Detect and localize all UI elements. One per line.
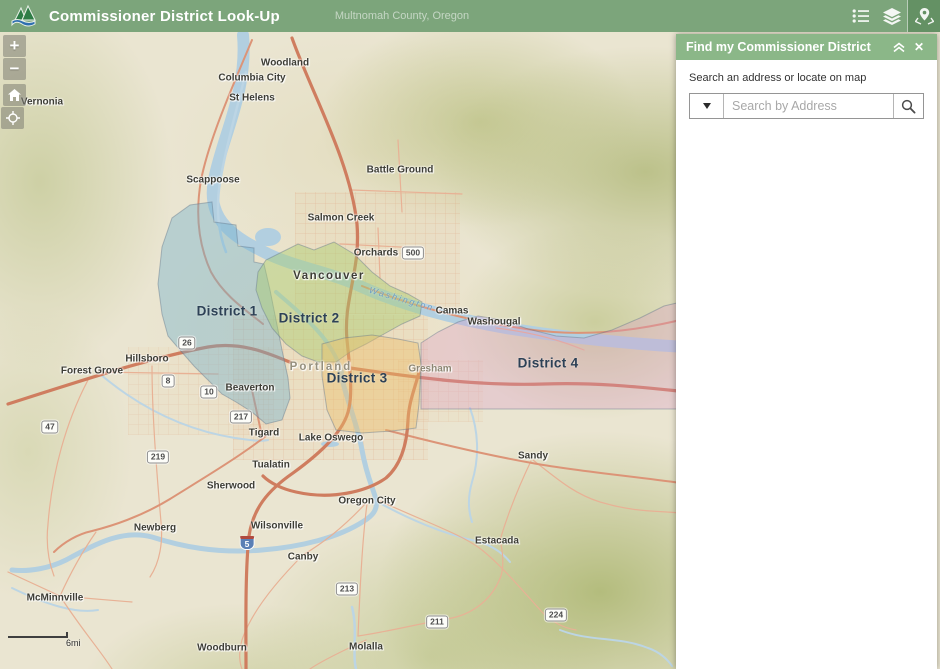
scale-bar-label: 6mi (66, 638, 81, 648)
multnomah-county-logo (7, 3, 41, 29)
legend-button[interactable] (845, 0, 876, 32)
find-district-panel: Find my Commissioner District ✕ Search a… (676, 34, 937, 669)
scale-bar-line (8, 632, 68, 638)
scale-bar: 6mi (8, 632, 81, 648)
chevron-down-icon (703, 103, 711, 109)
app-window: VernoniaWoodlandColumbia CitySt HelensSc… (0, 0, 940, 669)
home-extent-button[interactable] (3, 84, 26, 106)
search-input[interactable] (724, 94, 893, 118)
zoom-out-button[interactable]: − (3, 58, 26, 80)
map-controls: + − (3, 35, 26, 130)
app-header: Commissioner District Look-Up Multnomah … (0, 0, 940, 32)
search-button[interactable] (893, 94, 923, 118)
chevrons-up-icon (893, 42, 905, 53)
district-locator-icon (915, 7, 934, 25)
panel-close-button[interactable]: ✕ (909, 37, 929, 57)
search-instruction: Search an address or locate on map (689, 72, 924, 84)
search-icon (901, 99, 916, 114)
zoom-in-button[interactable]: + (3, 35, 26, 57)
page-title: Commissioner District Look-Up (49, 8, 280, 25)
panel-title: Find my Commissioner District (686, 40, 889, 54)
address-search-box (689, 93, 924, 119)
legend-list-icon (852, 8, 870, 24)
panel-body: Search an address or locate on map (676, 60, 937, 131)
locate-icon (6, 111, 20, 125)
district-lookup-button[interactable] (907, 0, 940, 32)
district-3-polygon (322, 335, 421, 433)
layers-button[interactable] (876, 0, 907, 32)
page-subtitle: Multnomah County, Oregon (335, 10, 469, 22)
panel-header: Find my Commissioner District ✕ (676, 34, 937, 60)
my-location-button[interactable] (1, 107, 24, 129)
home-icon (8, 89, 21, 101)
search-source-dropdown[interactable] (690, 94, 724, 118)
layers-icon (883, 8, 901, 25)
panel-collapse-button[interactable] (889, 37, 909, 57)
